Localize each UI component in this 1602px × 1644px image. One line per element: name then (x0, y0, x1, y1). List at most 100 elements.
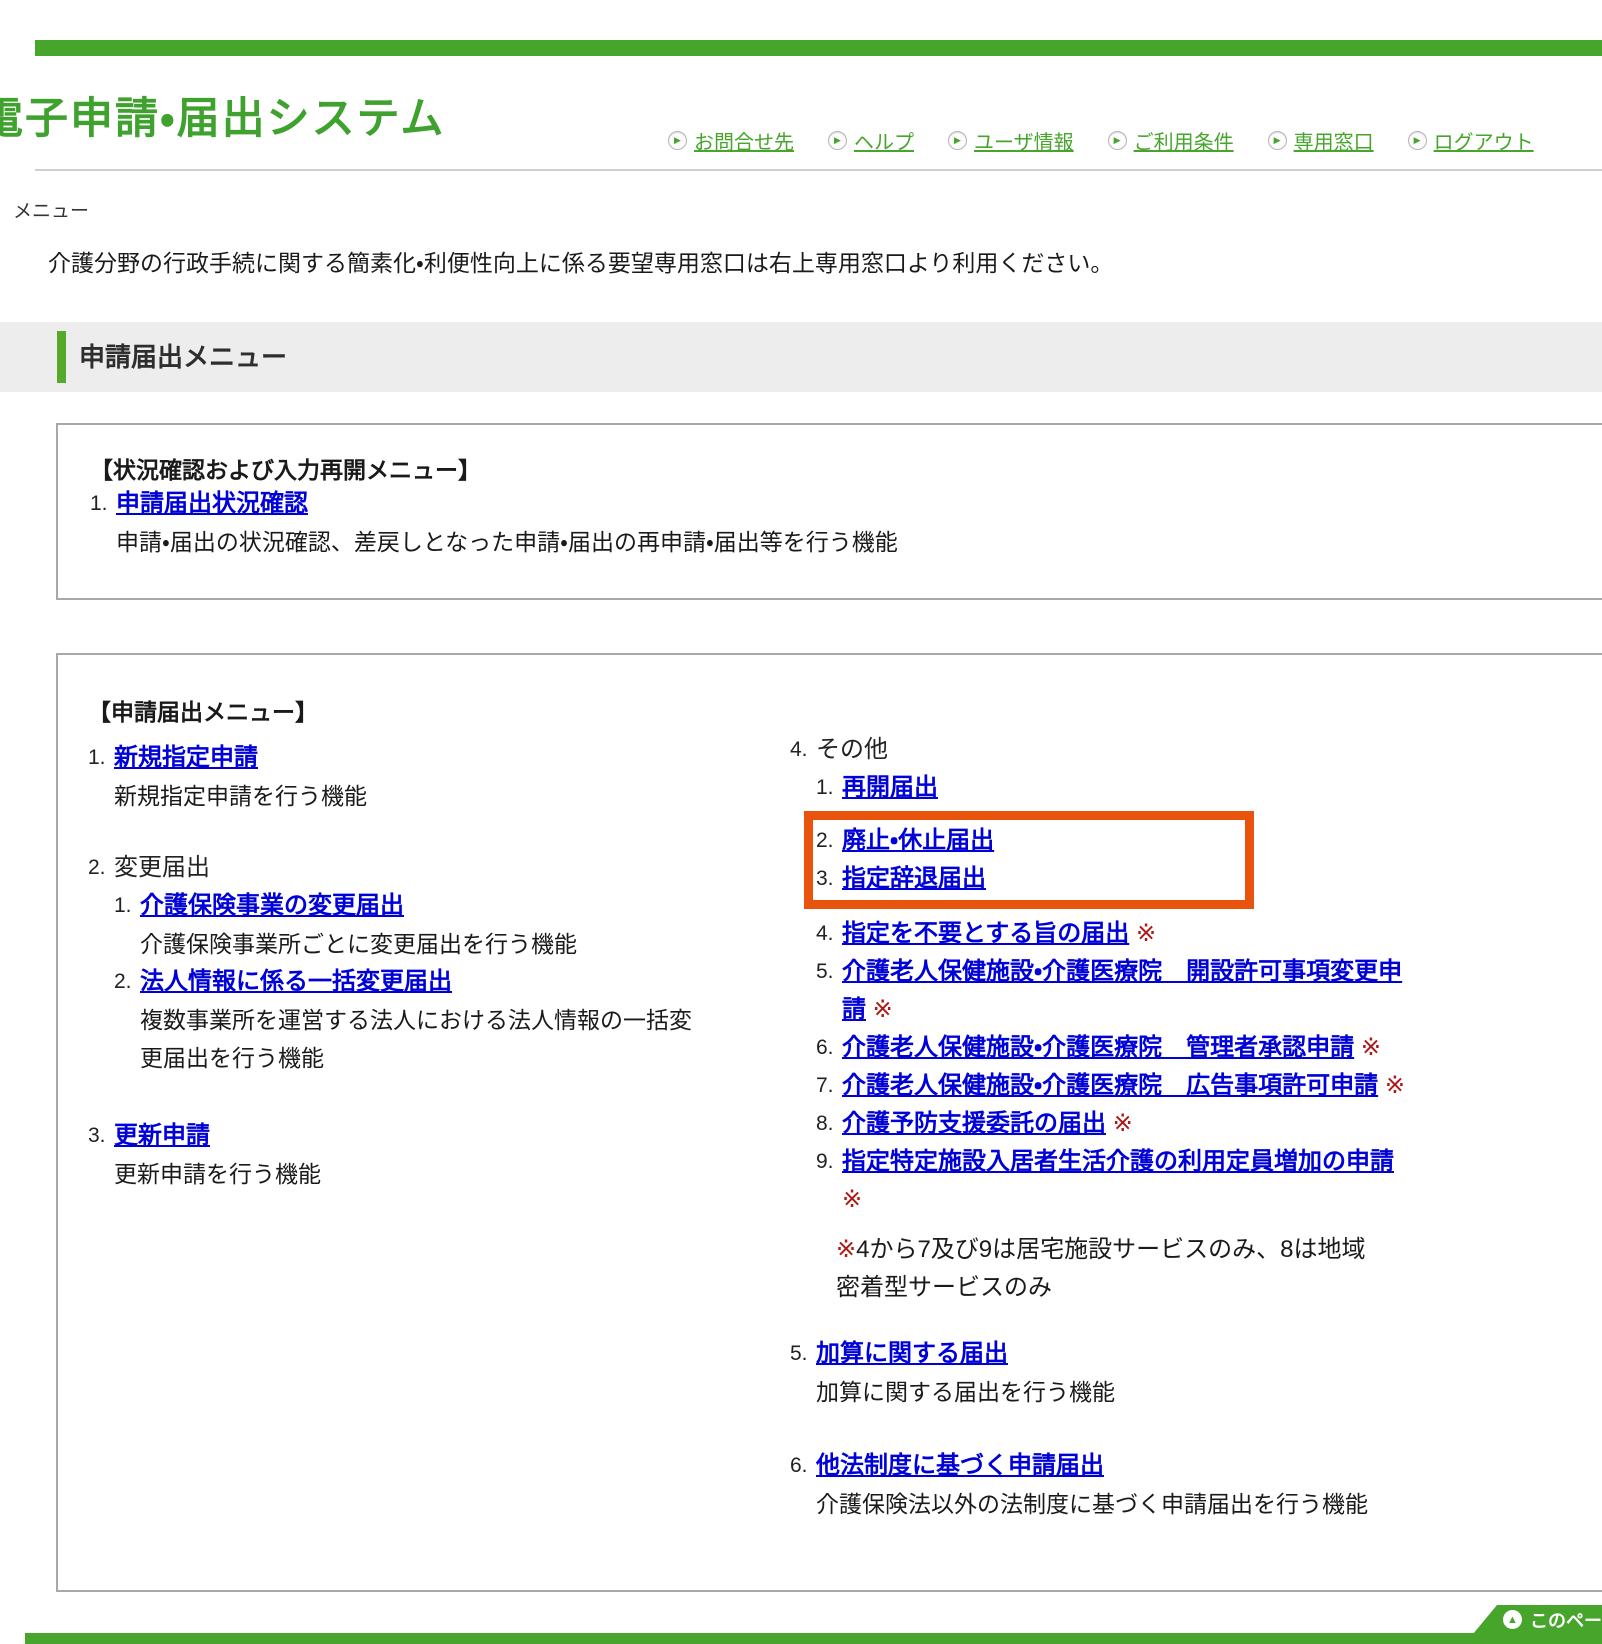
item-number: 6. (790, 1447, 816, 1485)
top-accent-bar (35, 40, 1602, 56)
item-number: 1. (90, 485, 116, 523)
status-menu-panel: 【状況確認および入力再開メニュー】 1. 申請届出状況確認 申請・届出の状況確認… (56, 423, 1602, 600)
header-link-label: ヘルプ (854, 126, 914, 155)
link-designation-decline-notification[interactable]: 指定辞退届出 (842, 865, 986, 892)
item-number: 4. (790, 731, 816, 769)
asterisk-mark: ※ (873, 996, 893, 1023)
asterisk-mark: ※ (1113, 1110, 1133, 1137)
link-capacity-increase-application[interactable]: 指定特定施設入居者生活介護の利用定員増加の申請 (842, 1148, 1394, 1175)
list-item: 4. その他 (790, 731, 1490, 769)
others-sublist: 1. 再開届出 2. 廃止・休止届出 3. 指定辞退届出 4. 指定を不要とする (816, 769, 1490, 1307)
play-circle-icon: ▶ (1108, 131, 1127, 150)
header-link-label: ご利用条件 (1134, 126, 1234, 155)
header-link-logout[interactable]: ▶ ログアウト (1408, 126, 1534, 155)
page-title: 電子申請・届出システム (0, 84, 445, 146)
link-other-law-application[interactable]: 他法制度に基づく申請届出 (816, 1447, 1104, 1485)
group-label-others: その他 (816, 731, 888, 769)
item-number: 1. (816, 769, 842, 807)
up-arrow-icon: ▲ (1503, 1610, 1522, 1629)
list-item: 4. 指定を不要とする旨の届出 ※ (816, 915, 1490, 953)
item-description: 介護保険法以外の法制度に基づく申請届出を行う機能 (816, 1485, 1490, 1523)
item-number: 5. (816, 953, 842, 1029)
breadcrumb: メニュー (13, 196, 89, 223)
list-item: 9. 指定特定施設入居者生活介護の利用定員増加の申請 ※ (816, 1143, 1490, 1219)
notice-text: 介護分野の行政手続に関する簡素化・利便性向上に係る要望専用窓口は右上専用窓口より… (48, 244, 1113, 278)
list-item: 3. 指定辞退届出 (816, 860, 1245, 898)
list-item: 1. 申請届出状況確認 (90, 485, 1602, 523)
list-item: 1. 再開届出 (816, 769, 1490, 807)
item-number: 9. (816, 1143, 842, 1219)
status-menu-heading: 【状況確認および入力再開メニュー】 (90, 451, 1602, 485)
item-description: 加算に関する届出を行う機能 (816, 1373, 1490, 1411)
item-number: 3. (88, 1117, 114, 1155)
green-accent-bar (57, 331, 66, 383)
header-link-label: ログアウト (1434, 126, 1534, 155)
header-link-label: 専用窓口 (1294, 126, 1374, 155)
list-item: 1. 新規指定申請 (88, 739, 768, 777)
item-description: 複数事業所を運営する法人における法人情報の一括変更届出を行う機能 (140, 1001, 700, 1077)
list-item: 6. 他法制度に基づく申請届出 (790, 1447, 1490, 1485)
section-heading: 申請届出メニュー (79, 322, 287, 392)
application-menu-heading: 【申請届出メニュー】 (88, 693, 768, 727)
list-item: 2. 変更届出 (88, 849, 768, 887)
footnote: ※4から7及び9は居宅施設サービスのみ、8は地域密着型サービスのみ (836, 1231, 1384, 1307)
back-to-top-button[interactable]: ▲ このページのトップ (1473, 1605, 1602, 1634)
link-facility-permit-change-application[interactable]: 介護老人保健施設・介護医療院 開設許可事項変更申請 (842, 958, 1402, 1023)
highlight-annotation-box: 2. 廃止・休止届出 3. 指定辞退届出 (804, 811, 1254, 909)
item-number: 1. (88, 739, 114, 777)
header-nav: ▶お問合せ先 ▶ ヘルプ ▶ ユーザ情報 ▶ ご利用条件 ▶ 専用窓口 ▶ ログアウト (668, 126, 1534, 155)
list-item: 6. 介護老人保健施設・介護医療院 管理者承認申請 ※ (816, 1029, 1490, 1067)
link-status-check[interactable]: 申請届出状況確認 (116, 485, 308, 523)
list-item: 5. 介護老人保健施設・介護医療院 開設許可事項変更申請 ※ (816, 953, 1490, 1029)
item-number: 2. (88, 849, 114, 887)
link-corporate-bulk-change[interactable]: 法人情報に係る一括変更届出 (140, 963, 452, 1001)
application-menu-panel: 【申請届出メニュー】 1. 新規指定申請 新規指定申請を行う機能 2. 変更届出… (56, 653, 1602, 1592)
item-number: 7. (816, 1067, 842, 1105)
change-notification-sublist: 1. 介護保険事業の変更届出 介護保険事業所ごとに変更届出を行う機能 2. 法人… (114, 887, 768, 1077)
asterisk-mark: ※ (842, 1186, 862, 1213)
asterisk-mark: ※ (1385, 1072, 1405, 1099)
list-item: 3. 更新申請 (88, 1117, 768, 1155)
item-number: 2. (114, 963, 140, 1001)
list-item: 7. 介護老人保健施設・介護医療院 広告事項許可申請 ※ (816, 1067, 1490, 1105)
link-facility-advertising-permit-application[interactable]: 介護老人保健施設・介護医療院 広告事項許可申請 (842, 1072, 1378, 1099)
bottom-accent-bar (25, 1633, 1602, 1644)
link-addition-notification[interactable]: 加算に関する届出 (816, 1335, 1008, 1373)
item-number: 6. (816, 1029, 842, 1067)
item-number: 1. (114, 887, 140, 925)
link-care-insurance-change[interactable]: 介護保険事業の変更届出 (140, 887, 404, 925)
asterisk-mark: ※ (1361, 1034, 1381, 1061)
link-facility-manager-approval-application[interactable]: 介護老人保健施設・介護医療院 管理者承認申請 (842, 1034, 1354, 1061)
link-renewal-application[interactable]: 更新申請 (114, 1117, 210, 1155)
header-link-contact[interactable]: ▶お問合せ先 (668, 126, 794, 155)
play-circle-icon: ▶ (1268, 131, 1287, 150)
play-circle-icon: ▶ (828, 131, 847, 150)
asterisk-mark: ※ (836, 1236, 856, 1263)
link-designation-unnecessary-notification[interactable]: 指定を不要とする旨の届出 (842, 920, 1129, 947)
item-number: 4. (816, 915, 842, 953)
link-abolition-suspension-notification[interactable]: 廃止・休止届出 (842, 827, 994, 854)
play-circle-icon: ▶ (1408, 131, 1427, 150)
header-link-terms[interactable]: ▶ ご利用条件 (1108, 126, 1234, 155)
header-divider (35, 169, 1602, 171)
group-label-change-notification: 変更届出 (114, 849, 210, 887)
item-number: 2. (816, 822, 842, 860)
item-number: 8. (816, 1105, 842, 1143)
menu-column-right: 4. その他 1. 再開届出 2. 廃止・休止届出 3. 指定辞退届出 (790, 731, 1490, 1523)
section-heading-band: 申請届出メニュー (0, 322, 1602, 392)
header-link-label: ユーザ情報 (974, 126, 1074, 155)
item-description: 介護保険事業所ごとに変更届出を行う機能 (140, 925, 700, 963)
list-item: 2. 廃止・休止届出 (816, 822, 1245, 860)
play-circle-icon: ▶ (668, 131, 687, 150)
link-new-designation[interactable]: 新規指定申請 (114, 739, 258, 777)
page: 電子申請・届出システム ▶お問合せ先 ▶ ヘルプ ▶ ユーザ情報 ▶ ご利用条件 ▶ 専… (0, 0, 1602, 1644)
menu-column-left: 【申請届出メニュー】 1. 新規指定申請 新規指定申請を行う機能 2. 変更届出… (88, 693, 768, 1193)
item-number: 3. (816, 860, 842, 898)
link-preventive-support-consignment-notification[interactable]: 介護予防支援委託の届出 (842, 1110, 1106, 1137)
header-link-dedicated-window[interactable]: ▶ 専用窓口 (1268, 126, 1374, 155)
header-link-user-info[interactable]: ▶ ユーザ情報 (948, 126, 1074, 155)
play-circle-icon: ▶ (948, 131, 967, 150)
link-resume-notification[interactable]: 再開届出 (842, 774, 938, 801)
back-to-top-label: このページのトップ (1530, 1607, 1602, 1633)
header-link-help[interactable]: ▶ ヘルプ (828, 126, 914, 155)
